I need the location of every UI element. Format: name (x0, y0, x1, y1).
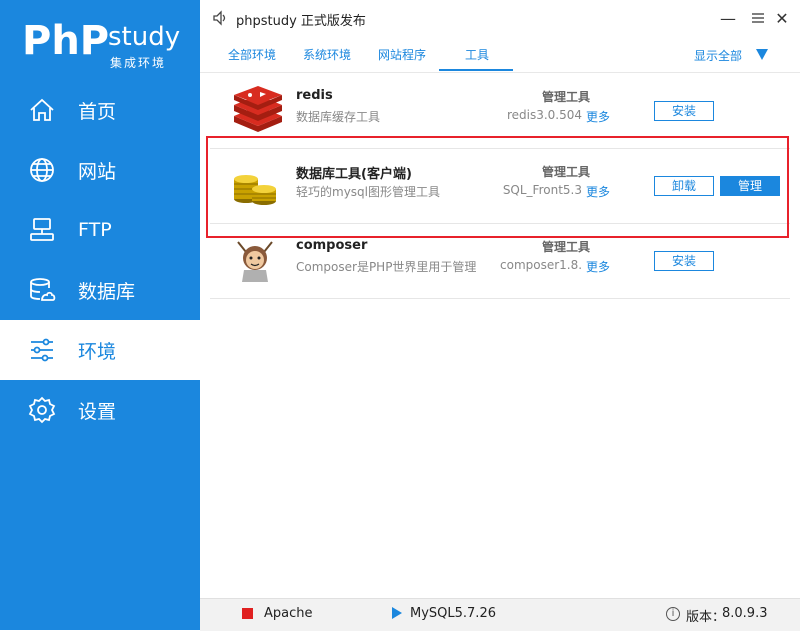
sidebar-item-database[interactable]: 数据库 (0, 260, 200, 320)
minimize-button[interactable]: — (718, 8, 738, 28)
apache-status: Apache (264, 606, 313, 621)
mysql-play-icon[interactable] (392, 607, 402, 619)
globe-icon (26, 154, 58, 186)
maximize-icon (752, 13, 764, 23)
install-button[interactable]: 安装 (654, 251, 714, 271)
sidebar-item-environment[interactable]: 环境 (0, 320, 200, 380)
minimize-icon: — (720, 8, 736, 28)
more-link[interactable]: 更多 (586, 108, 610, 125)
sidebar: PhP study 集成环境 首页 网站 FTP 数据库 环境 设置 (0, 0, 200, 630)
highlight-box (206, 136, 789, 238)
speaker-icon[interactable] (212, 10, 228, 30)
sidebar-item-home[interactable]: 首页 (0, 80, 200, 140)
window-title: phpstudy 正式版发布 (236, 14, 366, 29)
gear-icon (26, 394, 58, 426)
sidebar-item-label: 设置 (78, 400, 117, 423)
version-label: 版本： (686, 610, 726, 625)
sidebar-item-label: 环境 (78, 340, 117, 363)
sidebar-item-settings[interactable]: 设置 (0, 380, 200, 440)
tab-system-environment[interactable]: 系统环境 (303, 46, 351, 63)
tab-tools[interactable]: 工具 (465, 46, 489, 63)
database-icon (26, 274, 58, 306)
version-number: 8.0.9.3 (722, 606, 768, 621)
title-bar: phpstudy 正式版发布 — ✕ (200, 0, 800, 38)
sidebar-item-website[interactable]: 网站 (0, 140, 200, 200)
logo-side-text: study (108, 22, 181, 52)
mysql-status: MySQL5.7.26 (410, 606, 496, 621)
ftp-icon (26, 214, 58, 246)
show-all-link[interactable]: 显示全部 (694, 47, 742, 64)
dropdown-triangle-icon[interactable] (756, 49, 768, 60)
close-button[interactable]: ✕ (772, 8, 792, 28)
tool-category: 管理工具 (542, 90, 591, 104)
maximize-button[interactable] (748, 8, 768, 28)
status-bar: Apache MySQL5.7.26 i 版本： 8.0.9.3 (200, 598, 800, 631)
tab-all-environments[interactable]: 全部环境 (228, 46, 276, 63)
home-icon (26, 94, 58, 126)
sliders-icon (26, 334, 58, 366)
sidebar-item-label: 网站 (78, 160, 117, 183)
redis-icon (232, 86, 282, 132)
composer-icon (232, 236, 280, 282)
tool-description: Composer是PHP世界里用于管理 (296, 260, 477, 274)
info-icon[interactable]: i (666, 607, 680, 621)
tool-name: redis (296, 88, 333, 103)
sidebar-item-label: 首页 (78, 100, 117, 123)
logo-subtitle: 集成环境 (110, 56, 167, 70)
tab-bar: 全部环境 系统环境 网站程序 工具 显示全部 (200, 38, 800, 73)
more-link[interactable]: 更多 (586, 258, 610, 275)
tab-website-programs[interactable]: 网站程序 (378, 46, 426, 63)
tool-name: composer (296, 238, 368, 253)
apache-stopped-icon (242, 608, 253, 619)
tool-description: 数据库缓存工具 (296, 110, 381, 124)
install-button[interactable]: 安装 (654, 101, 714, 121)
sidebar-item-ftp[interactable]: FTP (0, 200, 200, 260)
tool-category: 管理工具 (542, 240, 591, 254)
app-logo: PhP study 集成环境 (22, 18, 192, 78)
logo-main-text: PhP (22, 18, 110, 64)
sidebar-item-label: FTP (78, 219, 112, 241)
active-tab-indicator (439, 69, 513, 71)
tool-version: redis3.0.504 (506, 108, 582, 122)
sidebar-item-label: 数据库 (78, 280, 136, 303)
tool-version: composer1.8.5 (500, 258, 582, 272)
close-icon: ✕ (775, 8, 789, 28)
